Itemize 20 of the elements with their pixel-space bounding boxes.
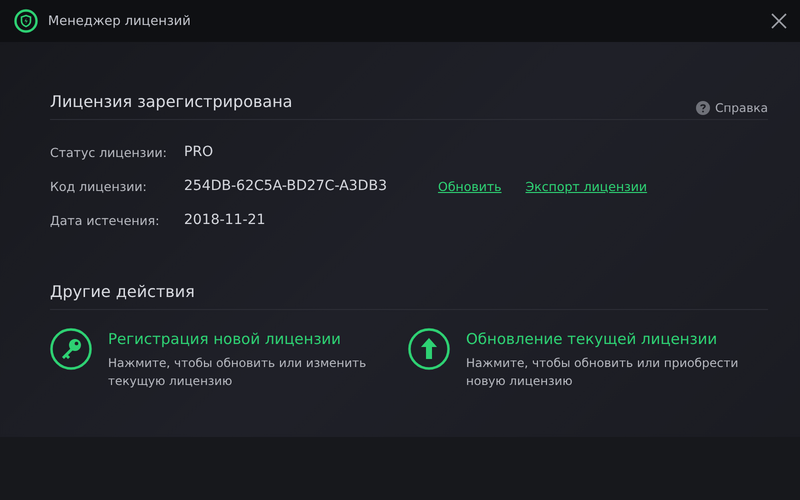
shield-logo-icon [14, 9, 38, 33]
action-title[interactable]: Обновление текущей лицензии [466, 330, 766, 348]
close-button[interactable] [770, 12, 788, 30]
text-link[interactable]: Экспорт лицензии [526, 178, 648, 194]
action-description: Нажмите, чтобы обновить или изменить текущую лицензию [108, 355, 368, 390]
help-icon [696, 101, 710, 115]
field-value: 254DB-62C5A-BD27C-A3DB3 [184, 178, 388, 194]
field-label: Код лицензии: [50, 178, 148, 194]
field-label: Статус лицензии: [50, 144, 168, 160]
action-description: Нажмите, чтобы обновить или приобрести новую лицензию [466, 355, 740, 390]
key-icon [50, 328, 92, 370]
field-label: Дата истечения: [50, 212, 160, 228]
text-link[interactable]: Обновить [438, 178, 502, 194]
section-heading: Другие действия [50, 282, 195, 301]
field-value: 2018-11-21 [184, 212, 266, 228]
help-link[interactable]: Справка [696, 101, 768, 115]
window-title: Менеджер лицензий [48, 14, 192, 28]
action-title[interactable]: Регистрация новой лицензии [108, 330, 408, 348]
field-value: PRO [184, 144, 214, 160]
section-heading: Лицензия зарегистрирована [50, 92, 292, 111]
